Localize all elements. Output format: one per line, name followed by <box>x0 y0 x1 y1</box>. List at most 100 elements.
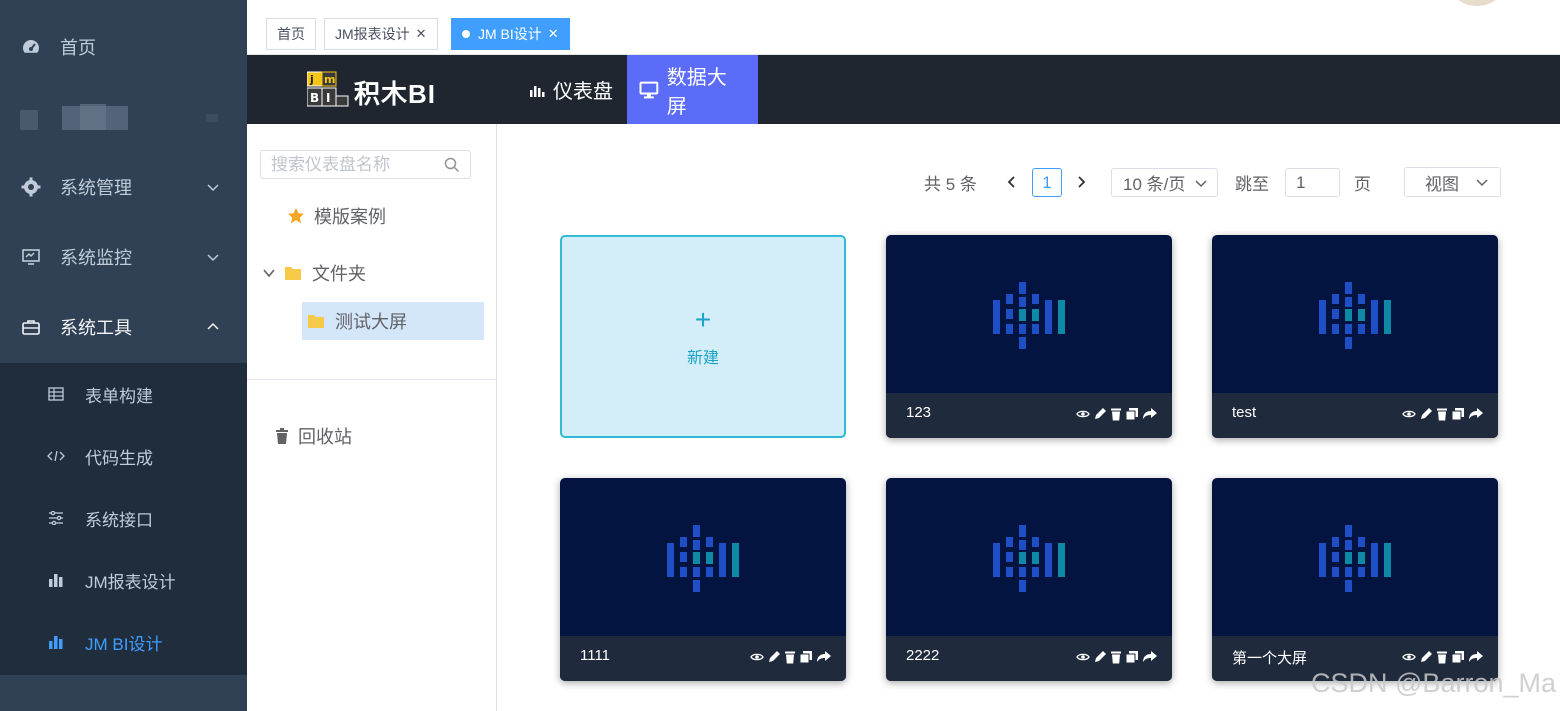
tab-data-screen[interactable]: 数据大屏 <box>627 55 758 124</box>
sidebar-item-system-api[interactable]: 系统接口 <box>0 487 247 549</box>
screen-thumbnail-icon <box>1319 525 1391 592</box>
page-size-select[interactable]: 10 条/页 <box>1111 168 1218 197</box>
sidebar-item-jm-report[interactable]: JM报表设计 <box>0 549 247 611</box>
delete-icon[interactable] <box>784 650 796 664</box>
search-input[interactable] <box>271 154 436 175</box>
edit-icon[interactable] <box>1093 650 1107 664</box>
bi-header: j m B I 积木BI 仪表盘 数据大屏 <box>247 55 1560 124</box>
screen-card-actions <box>1076 650 1158 664</box>
tag-jm-bi[interactable]: JM BI设计 ✕ <box>451 18 570 50</box>
jimu-bi-logo[interactable]: j m B I 积木BI <box>306 68 447 110</box>
screen-card[interactable]: 第一个大屏 <box>1212 478 1498 681</box>
view-mode-select[interactable]: 视图 <box>1404 167 1501 197</box>
prev-page-button[interactable] <box>1006 167 1018 197</box>
share-icon[interactable] <box>1468 650 1484 664</box>
share-icon[interactable] <box>816 650 832 664</box>
sidebar-item-form-builder[interactable]: 表单构建 <box>0 363 247 425</box>
copy-icon[interactable] <box>799 650 813 664</box>
edit-icon[interactable] <box>767 650 781 664</box>
chevron-down-icon <box>207 184 219 192</box>
sidebar-item-code-generation[interactable]: 代码生成 <box>0 425 247 487</box>
bar-chart-icon <box>47 571 65 589</box>
monitor-icon <box>639 81 659 98</box>
star-icon <box>288 208 304 224</box>
new-label: 新建 <box>686 350 719 367</box>
screen-thumbnail <box>1212 478 1498 636</box>
tab-dashboard[interactable]: 仪表盘 <box>517 55 625 124</box>
avatar[interactable] <box>1452 0 1502 6</box>
tab-label: 仪表盘 <box>553 81 613 103</box>
copy-icon[interactable] <box>1451 650 1465 664</box>
copy-icon[interactable] <box>1125 407 1139 421</box>
recycle-bin[interactable]: 回收站 <box>275 424 352 448</box>
delete-icon[interactable] <box>1436 650 1448 664</box>
svg-text:B: B <box>310 91 319 105</box>
pagination: 共 5 条 1 10 条/页 跳至 页 视图 <box>497 167 1560 197</box>
sidebar-item-system-management[interactable]: 系统管理 <box>0 152 247 222</box>
share-icon[interactable] <box>1142 407 1158 421</box>
page-number-current[interactable]: 1 <box>1032 168 1062 197</box>
chevron-down-icon <box>1195 180 1207 188</box>
tree-node-templates[interactable]: 模版案例 <box>287 204 386 228</box>
screen-card-name: 1111 <box>580 647 611 664</box>
screen-thumbnail <box>560 478 846 636</box>
copy-icon[interactable] <box>1125 650 1139 664</box>
new-screen-card[interactable]: + 新建 <box>560 235 846 438</box>
next-page-button[interactable] <box>1075 167 1087 197</box>
trash-icon <box>276 428 288 444</box>
close-icon[interactable]: ✕ <box>416 26 427 42</box>
eye-icon[interactable] <box>1076 409 1090 419</box>
watermark: CSDN @Barron_Ma <box>1311 668 1556 698</box>
share-icon[interactable] <box>1142 650 1158 664</box>
eye-icon[interactable] <box>1076 652 1090 662</box>
screen-card[interactable]: 123 <box>886 235 1172 438</box>
page-size-value: 10 条/页 <box>1123 175 1186 194</box>
screen-thumbnail-icon <box>667 525 739 592</box>
tree-node-test-screen[interactable]: 测试大屏 <box>302 302 484 340</box>
screen-card-actions <box>1076 407 1158 421</box>
screen-card[interactable]: 1111 <box>560 478 846 681</box>
edit-icon[interactable] <box>1419 650 1433 664</box>
sidebar-item-system-tools[interactable]: 系统工具 <box>0 292 247 362</box>
delete-icon[interactable] <box>1436 407 1448 421</box>
logo-text: 积木BI <box>354 79 437 109</box>
sidebar-item-jm-bi[interactable]: JM BI设计 <box>0 611 247 673</box>
tree-node-label: 模版案例 <box>314 207 386 227</box>
eye-icon[interactable] <box>1402 409 1416 419</box>
chevron-right-icon <box>1078 176 1086 188</box>
chevron-down-icon <box>1476 179 1488 187</box>
divider <box>247 379 496 380</box>
sidebar-item-label: 系统监控 <box>60 248 132 268</box>
blurred-menu-item[interactable] <box>20 104 220 132</box>
eye-icon[interactable] <box>750 652 764 662</box>
sidebar-item-label: JM BI设计 <box>85 634 163 654</box>
eye-icon[interactable] <box>1402 652 1416 662</box>
jump-page-input[interactable] <box>1285 168 1340 197</box>
tag-jm-report[interactable]: JM报表设计 ✕ <box>324 18 438 50</box>
chevron-left-icon <box>1007 176 1015 188</box>
tree-node-label: 文件夹 <box>312 264 366 284</box>
edit-icon[interactable] <box>1093 407 1107 421</box>
tree-node-label: 测试大屏 <box>335 312 407 332</box>
chevron-down-icon[interactable] <box>263 267 275 279</box>
search-icon[interactable] <box>444 157 460 173</box>
tree-node-folder[interactable]: 文件夹 <box>263 261 366 285</box>
edit-icon[interactable] <box>1419 407 1433 421</box>
folder-tree-panel: 模版案例 文件夹 测试大屏 回收站 <box>247 124 497 711</box>
screen-thumbnail <box>886 235 1172 393</box>
screen-thumbnail-icon <box>993 525 1065 592</box>
screen-card[interactable]: 2222 <box>886 478 1172 681</box>
delete-icon[interactable] <box>1110 407 1122 421</box>
copy-icon[interactable] <box>1451 407 1465 421</box>
screen-card[interactable]: test <box>1212 235 1498 438</box>
close-icon[interactable]: ✕ <box>548 26 559 42</box>
recycle-bin-label: 回收站 <box>298 427 352 447</box>
tag-home[interactable]: 首页 <box>266 18 316 50</box>
sidebar-item-home[interactable]: 首页 <box>0 12 247 82</box>
sidebar-item-label: 首页 <box>60 38 96 58</box>
share-icon[interactable] <box>1468 407 1484 421</box>
delete-icon[interactable] <box>1110 650 1122 664</box>
sidebar-item-label: 表单构建 <box>85 386 153 406</box>
folder-icon <box>285 267 301 280</box>
sidebar-item-system-monitor[interactable]: 系统监控 <box>0 222 247 292</box>
